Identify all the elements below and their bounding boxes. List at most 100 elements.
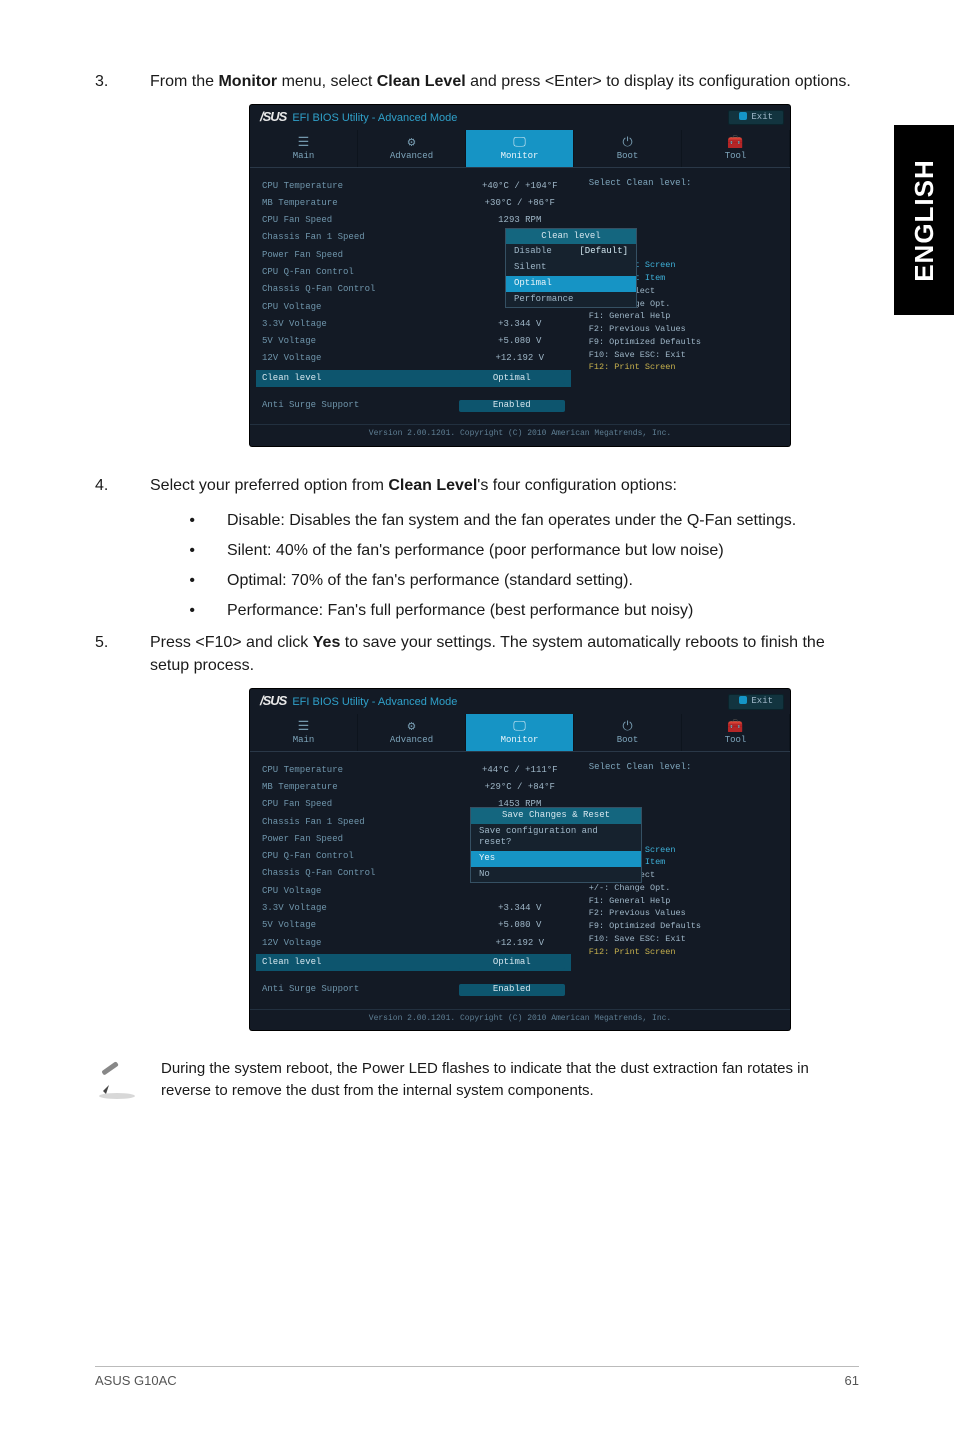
bios-footer: Version 2.00.1201. Copyright (C) 2010 Am…: [250, 1009, 790, 1030]
bios-exit-button[interactable]: Exit: [728, 694, 784, 710]
power-fan-label: Power Fan Speed: [262, 250, 343, 262]
anti-surge-label: Anti Surge Support: [262, 984, 359, 996]
step-5-text: Press <F10> and click Yes to save your s…: [150, 631, 859, 677]
bios-tab-monitor[interactable]: 🖵Monitor: [466, 714, 574, 751]
popup-item-silent[interactable]: Silent: [506, 260, 636, 276]
bios-tabs: ☰Main ⚙Advanced 🖵Monitor ⏻Boot 🧰Tool: [250, 714, 790, 751]
step-5-number: 5.: [95, 631, 150, 677]
clean-level-value: Optimal: [459, 373, 565, 385]
clean-level-label: Clean level: [262, 957, 321, 969]
step-5: 5. Press <F10> and click Yes to save you…: [95, 631, 859, 677]
v12-value: +12.192 V: [475, 938, 565, 950]
save-reset-popup: Save Changes & Reset Save configuration …: [470, 807, 642, 883]
chassis-fan-label: Chassis Fan 1 Speed: [262, 232, 365, 244]
mb-temp-value: +29°C / +84°F: [475, 782, 565, 794]
list-icon: ☰: [250, 720, 357, 733]
step-3-text: From the Monitor menu, select Clean Leve…: [150, 70, 859, 93]
v33-label: 3.3V Voltage: [262, 319, 327, 331]
bios-logo: /SUS: [260, 693, 286, 710]
clean-level-label: Clean level: [262, 373, 321, 385]
cpu-fan-label: CPU Fan Speed: [262, 799, 332, 811]
bios-tab-tool[interactable]: 🧰Tool: [682, 130, 790, 167]
note: During the system reboot, the Power LED …: [95, 1058, 859, 1107]
cpu-voltage-label: CPU Voltage: [262, 886, 321, 898]
bios-tab-main[interactable]: ☰Main: [250, 130, 358, 167]
bullet-optimal: Optimal: 70% of the fan's performance (s…: [95, 569, 859, 593]
popup-prompt: Save configuration and reset?: [471, 824, 641, 851]
bullet-silent: Silent: 40% of the fan's performance (po…: [95, 539, 859, 563]
v12-value: +12.192 V: [475, 353, 565, 365]
bios-tab-advanced[interactable]: ⚙Advanced: [358, 714, 466, 751]
bullet-disable: Disable: Disables the fan system and the…: [95, 509, 859, 533]
cpu-temp-value: +40°C / +104°F: [475, 181, 565, 193]
clean-level-row[interactable]: Clean level Optimal: [256, 370, 571, 387]
cpu-temp-value: +44°C / +111°F: [475, 765, 565, 777]
chassis-qfan-label: Chassis Q-Fan Control: [262, 868, 375, 880]
v33-label: 3.3V Voltage: [262, 903, 327, 915]
step-4-number: 4.: [95, 474, 150, 497]
anti-surge-value: Enabled: [459, 400, 565, 412]
popup-yes-button[interactable]: Yes: [471, 851, 641, 867]
tool-icon: 🧰: [682, 136, 789, 149]
footer-model: ASUS G10AC: [95, 1373, 177, 1388]
popup-title: Clean level: [506, 229, 636, 245]
bullet-performance: Performance: Fan's full performance (bes…: [95, 599, 859, 623]
anti-surge-value: Enabled: [459, 984, 565, 996]
bios-tab-advanced[interactable]: ⚙Advanced: [358, 130, 466, 167]
bios-logo: /SUS: [260, 109, 286, 126]
cpu-fan-label: CPU Fan Speed: [262, 215, 332, 227]
step-3-number: 3.: [95, 70, 150, 93]
v5-value: +5.080 V: [475, 336, 565, 348]
step-4-text: Select your preferred option from Clean …: [150, 474, 859, 497]
pencil-icon: [95, 1058, 139, 1107]
popup-item-optimal[interactable]: Optimal: [506, 276, 636, 292]
page-footer: ASUS G10AC 61: [95, 1366, 859, 1388]
bios-tab-monitor[interactable]: 🖵Monitor: [466, 130, 574, 167]
bios-tabs: ☰Main ⚙Advanced 🖵Monitor ⏻Boot 🧰Tool: [250, 130, 790, 167]
footer-page-number: 61: [845, 1373, 859, 1388]
power-fan-label: Power Fan Speed: [262, 834, 343, 846]
bios-tab-boot[interactable]: ⏻Boot: [574, 714, 682, 751]
bios-subtitle: EFI BIOS Utility - Advanced Mode: [292, 111, 457, 125]
popup-title: Save Changes & Reset: [471, 808, 641, 824]
cpu-voltage-label: CPU Voltage: [262, 302, 321, 314]
bios-screenshot-2: /SUS EFI BIOS Utility - Advanced Mode Ex…: [250, 689, 790, 1030]
v5-label: 5V Voltage: [262, 920, 316, 932]
popup-item-disable[interactable]: Disable[Default]: [506, 244, 636, 260]
v5-value: +5.080 V: [475, 920, 565, 932]
mb-temp-value: +30°C / +86°F: [475, 198, 565, 210]
note-text: During the system reboot, the Power LED …: [161, 1058, 859, 1102]
bios-tab-tool[interactable]: 🧰Tool: [682, 714, 790, 751]
gear-icon: ⚙: [358, 720, 465, 733]
bios-subtitle: EFI BIOS Utility - Advanced Mode: [292, 695, 457, 709]
chassis-qfan-label: Chassis Q-Fan Control: [262, 284, 375, 296]
mb-temp-label: MB Temperature: [262, 198, 338, 210]
bios-screenshot-1: /SUS EFI BIOS Utility - Advanced Mode Ex…: [250, 105, 790, 446]
anti-surge-label: Anti Surge Support: [262, 400, 359, 412]
clean-level-popup: Clean level Disable[Default] Silent Opti…: [505, 228, 637, 308]
bios-right-title: Select Clean level:: [589, 762, 778, 774]
chassis-fan-label: Chassis Fan 1 Speed: [262, 817, 365, 829]
bios-right-title: Select Clean level:: [589, 178, 778, 190]
popup-item-performance[interactable]: Performance: [506, 292, 636, 308]
bios-exit-button[interactable]: Exit: [728, 110, 784, 126]
clean-level-row[interactable]: Clean level Optimal: [256, 954, 571, 971]
popup-no-button[interactable]: No: [471, 867, 641, 883]
cpu-temp-label: CPU Temperature: [262, 181, 343, 193]
mb-temp-label: MB Temperature: [262, 782, 338, 794]
monitor-icon: 🖵: [466, 136, 573, 149]
bios-tab-boot[interactable]: ⏻Boot: [574, 130, 682, 167]
cpu-qfan-label: CPU Q-Fan Control: [262, 851, 354, 863]
step-4: 4. Select your preferred option from Cle…: [95, 474, 859, 497]
power-icon: ⏻: [574, 720, 681, 733]
cpu-fan-value: 1293 RPM: [475, 215, 565, 227]
cpu-qfan-label: CPU Q-Fan Control: [262, 267, 354, 279]
v12-label: 12V Voltage: [262, 938, 321, 950]
clean-level-value: Optimal: [459, 957, 565, 969]
monitor-icon: 🖵: [466, 720, 573, 733]
tool-icon: 🧰: [682, 720, 789, 733]
gear-icon: ⚙: [358, 136, 465, 149]
bios-tab-main[interactable]: ☰Main: [250, 714, 358, 751]
bios-footer: Version 2.00.1201. Copyright (C) 2010 Am…: [250, 424, 790, 445]
list-icon: ☰: [250, 136, 357, 149]
